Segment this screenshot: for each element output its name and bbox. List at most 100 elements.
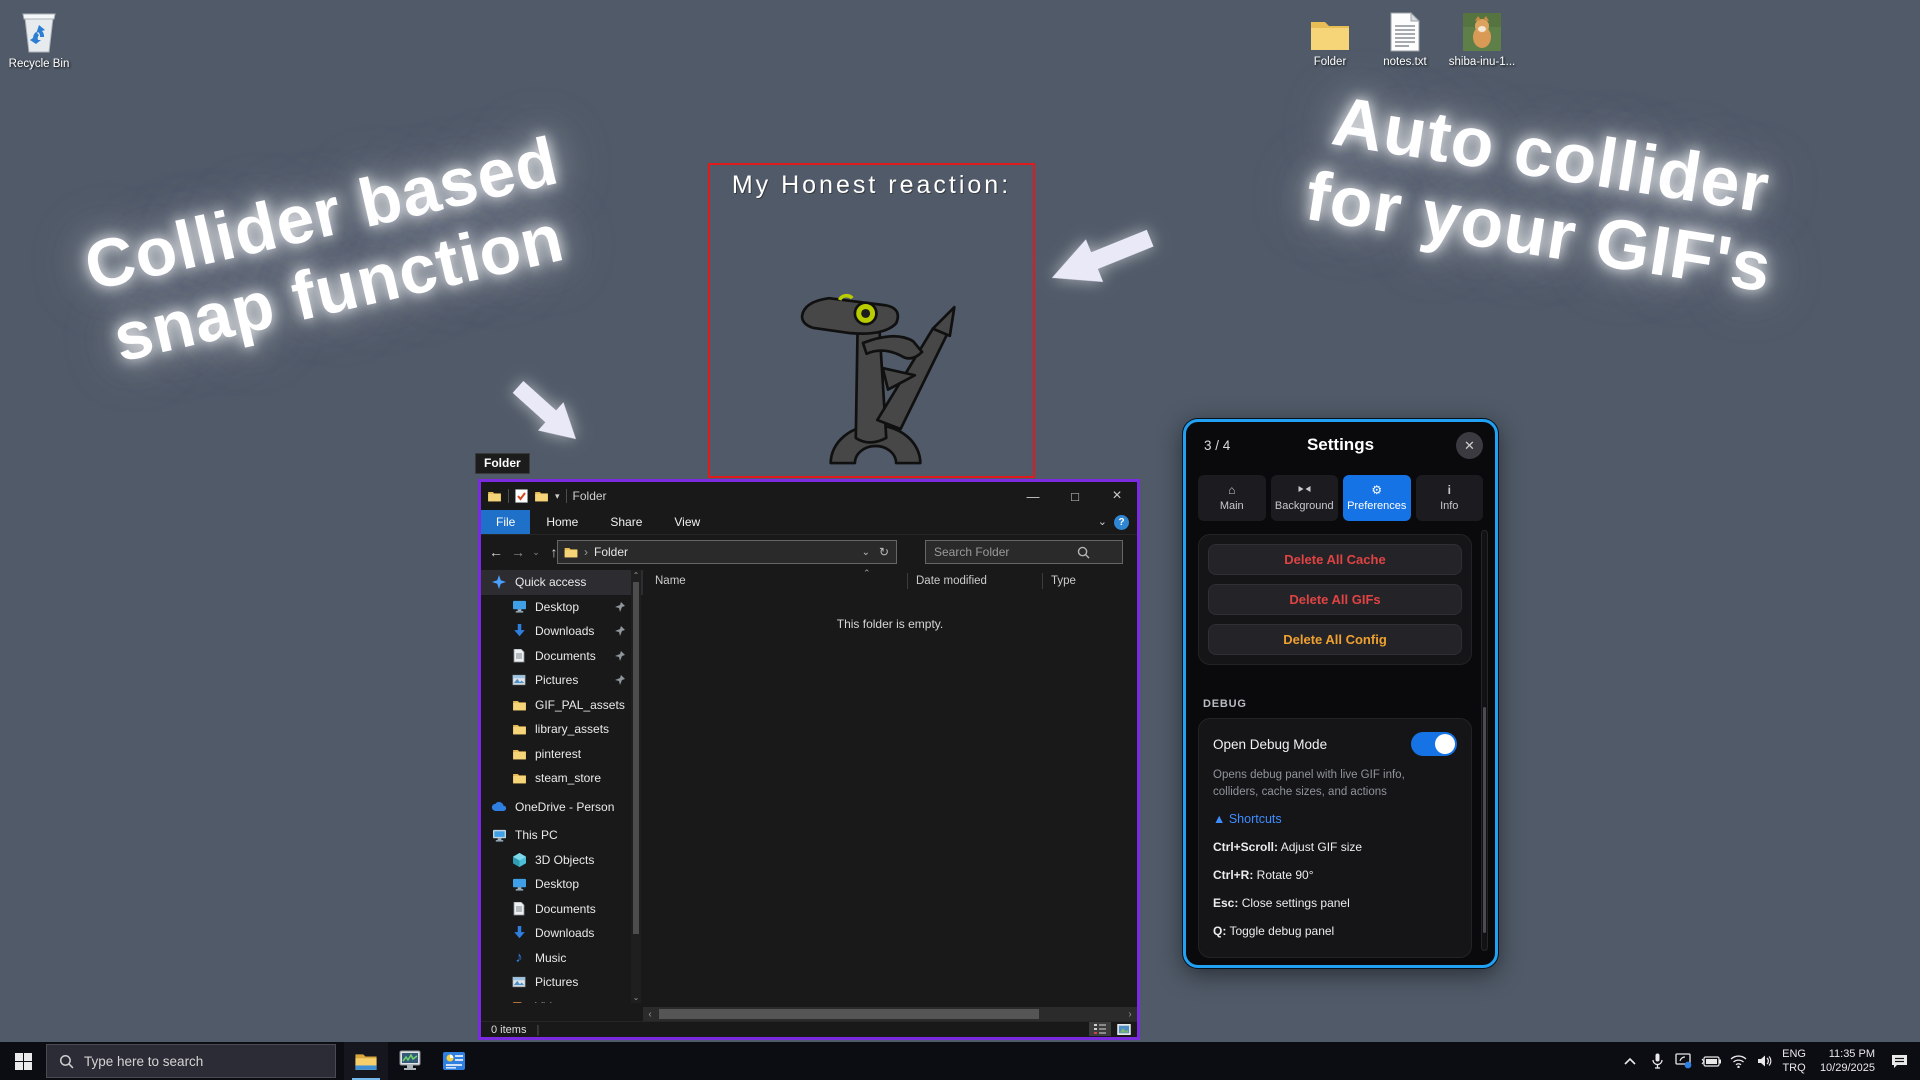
pin-icon (615, 625, 625, 639)
menu-view[interactable]: View (658, 510, 716, 534)
qat-customize-icon[interactable]: ▾ (555, 491, 560, 502)
qat-properties-icon[interactable] (515, 489, 528, 503)
gif-collider-box[interactable]: My Honest reaction: (708, 163, 1035, 478)
settings-scrollbar[interactable] (1481, 530, 1488, 951)
sidebar-item-pc-downloads[interactable]: Downloads (481, 921, 643, 946)
debug-section-label: DEBUG (1203, 698, 1247, 710)
sidebar-item-pc-desktop[interactable]: Desktop (481, 872, 643, 897)
tray-expand-icon[interactable] (1620, 1057, 1640, 1065)
volume-icon[interactable] (1755, 1054, 1775, 1068)
scroll-up-icon[interactable]: ⌃ (631, 571, 641, 580)
sidebar-item-onedrive[interactable]: OneDrive - Person (481, 795, 643, 820)
action-center-button[interactable] (1882, 1042, 1916, 1080)
refresh-icon[interactable]: ↻ (879, 545, 889, 559)
battery-icon[interactable] (1701, 1056, 1721, 1067)
column-type[interactable]: Type (1051, 575, 1076, 587)
desktop-icon-notes[interactable]: notes.txt (1366, 6, 1444, 68)
music-note-icon: ♪ (511, 950, 527, 966)
search-icon (59, 1054, 74, 1069)
item-count: 0 items (491, 1024, 526, 1036)
cast-screen-icon[interactable] (1674, 1053, 1694, 1069)
delete-all-cache-button[interactable]: Delete All Cache (1208, 544, 1462, 575)
desktop-icon-folder[interactable]: Folder (1291, 6, 1369, 68)
debug-mode-toggle[interactable] (1411, 732, 1457, 756)
explorer-window[interactable]: ▾ Folder — □ × File Home Share View ⌄ ? … (478, 479, 1140, 1040)
divider[interactable] (907, 573, 908, 589)
desktop-icon-recycle-bin[interactable]: Recycle Bin (0, 8, 78, 70)
sidebar-item-pc-documents[interactable]: Documents (481, 897, 643, 922)
sidebar-item-pinterest[interactable]: pinterest (481, 742, 643, 767)
menu-home[interactable]: Home (530, 510, 594, 534)
search-input[interactable]: Search Folder (925, 540, 1123, 564)
tab-main[interactable]: ⌂ Main (1198, 475, 1266, 521)
sidebar-item-pictures[interactable]: Pictures (481, 668, 643, 693)
tab-info[interactable]: i Info (1416, 475, 1484, 521)
delete-all-config-button[interactable]: Delete All Config (1208, 624, 1462, 655)
delete-all-gifs-button[interactable]: Delete All GIFs (1208, 584, 1462, 615)
language-bottom: TRQ (1782, 1061, 1806, 1075)
sidebar-item-downloads[interactable]: Downloads (481, 619, 643, 644)
start-button[interactable] (0, 1042, 46, 1080)
back-icon[interactable]: ← (485, 544, 507, 560)
tab-preferences[interactable]: ⚙ Preferences (1343, 475, 1411, 521)
forward-icon[interactable]: → (507, 544, 529, 560)
videos-icon (511, 999, 527, 1003)
divider (566, 489, 567, 503)
thumbnail-view-button[interactable] (1113, 1022, 1135, 1036)
sidebar-item-steam-store[interactable]: steam_store (481, 766, 643, 791)
ribbon-expand-icon[interactable]: ⌄ (1098, 515, 1107, 528)
history-icon[interactable]: ⌄ (529, 547, 543, 558)
minimize-button[interactable]: — (1013, 482, 1053, 510)
window-title: Folder (573, 489, 607, 503)
qat-newfolder-icon[interactable] (534, 490, 549, 502)
menu-file[interactable]: File (481, 510, 530, 534)
tab-background[interactable]: Background (1271, 475, 1339, 521)
sidebar-item-music[interactable]: ♪ Music (481, 946, 643, 971)
sidebar-item-pc-pictures[interactable]: Pictures (481, 970, 643, 995)
search-icon[interactable] (1077, 546, 1090, 559)
sidebar-scrollbar[interactable]: ⌃ ⌄ (631, 570, 641, 1003)
sidebar-item-quick-access[interactable]: Quick access (481, 570, 643, 595)
address-dropdown-icon[interactable]: ⌄ (862, 547, 870, 558)
sidebar-item-desktop[interactable]: Desktop (481, 595, 643, 620)
maximize-button[interactable]: □ (1055, 482, 1095, 510)
settings-close-button[interactable]: ✕ (1456, 432, 1483, 459)
wifi-icon[interactable] (1728, 1055, 1748, 1068)
desktop-icon-shiba[interactable]: shiba-inu-1... (1443, 6, 1521, 68)
sidebar-item-videos[interactable]: Videos (481, 995, 643, 1004)
language-indicator[interactable]: ENG TRQ (1782, 1047, 1806, 1075)
taskbar-task-manager-button[interactable] (388, 1042, 432, 1080)
divider[interactable] (1042, 573, 1043, 589)
sidebar-item-this-pc[interactable]: This PC (481, 823, 643, 848)
taskbar-explorer-button[interactable] (344, 1042, 388, 1080)
microphone-icon[interactable] (1647, 1053, 1667, 1069)
windows-logo-icon (15, 1053, 32, 1070)
clock[interactable]: 11:35 PM 10/29/2025 (1813, 1047, 1875, 1075)
taskbar-search[interactable]: Type here to search (46, 1044, 336, 1078)
sidebar-item-documents[interactable]: Documents (481, 644, 643, 669)
column-name[interactable]: Name (655, 575, 907, 587)
shortcuts-link[interactable]: ▲ Shortcuts (1213, 812, 1457, 826)
horizontal-scroll-thumb[interactable] (659, 1009, 1039, 1019)
sidebar-item-gif-pal-assets[interactable]: GIF_PAL_assets (481, 693, 643, 718)
home-icon: ⌂ (1228, 484, 1235, 497)
qat-folder-icon[interactable] (487, 490, 502, 502)
menu-share[interactable]: Share (594, 510, 658, 534)
breadcrumb-separator: › (584, 545, 588, 559)
close-button[interactable]: × (1097, 482, 1137, 510)
taskbar-gifpal-button[interactable] (432, 1042, 476, 1080)
breadcrumb-location[interactable]: Folder (594, 545, 628, 559)
settings-panel[interactable]: 3 / 4 Settings ✕ ⌂ Main Background ⚙ Pre… (1183, 419, 1498, 968)
sidebar-item-library-assets[interactable]: library_assets (481, 717, 643, 742)
column-date-modified[interactable]: Date modified (916, 575, 1042, 587)
sidebar-scroll-thumb[interactable] (633, 582, 639, 934)
sidebar-item-3d-objects[interactable]: 3D Objects (481, 848, 643, 873)
scroll-right-icon[interactable]: › (1123, 1009, 1137, 1020)
address-input[interactable]: › Folder ⌄ ↻ (557, 540, 897, 564)
horizontal-scrollbar[interactable]: ‹ › (643, 1007, 1137, 1021)
settings-scroll-thumb[interactable] (1483, 707, 1486, 933)
scroll-down-icon[interactable]: ⌄ (631, 993, 641, 1002)
scroll-left-icon[interactable]: ‹ (643, 1009, 657, 1020)
details-view-button[interactable] (1089, 1022, 1111, 1036)
help-icon[interactable]: ? (1114, 515, 1129, 530)
